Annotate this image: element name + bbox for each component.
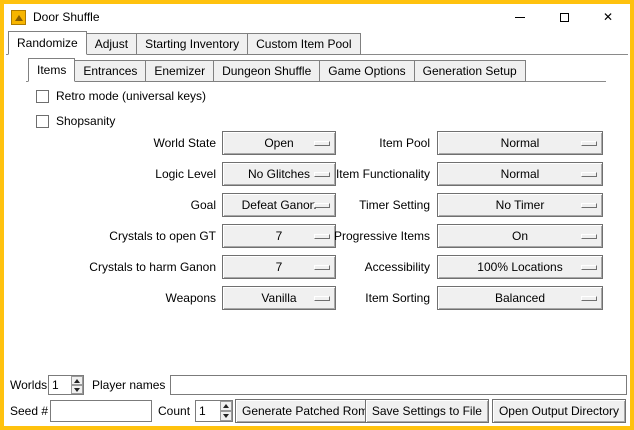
- accessibility-label: Accessibility: [274, 255, 430, 279]
- count-value: 1: [196, 401, 220, 421]
- tab-enemizer[interactable]: Enemizer: [145, 60, 214, 82]
- weapons-label: Weapons: [24, 286, 216, 310]
- bottom-right-buttons: Save Settings to File Open Output Direct…: [365, 399, 626, 423]
- client-area: Randomize Adjust Starting Inventory Cust…: [4, 30, 630, 426]
- tab-randomize[interactable]: Randomize: [8, 31, 87, 55]
- worlds-spin-arrows: [71, 376, 83, 394]
- item-pool-value: Normal: [501, 136, 540, 150]
- world-state-label: World State: [24, 131, 216, 155]
- secondary-tab-bar: Items Entrances Enemizer Dungeon Shuffle…: [28, 58, 526, 82]
- primary-tab-bar: Randomize Adjust Starting Inventory Cust…: [8, 31, 361, 55]
- player-names-input[interactable]: [170, 375, 627, 395]
- worlds-spin-up-button[interactable]: [71, 376, 83, 385]
- close-button[interactable]: ✕: [586, 4, 630, 30]
- worlds-value: 1: [49, 376, 71, 394]
- accessibility-dropdown[interactable]: 100% Locations: [437, 255, 603, 279]
- spin-up-icon: [223, 404, 229, 408]
- item-functionality-label: Item Functionality: [274, 162, 430, 186]
- dropdown-indicator-icon: [581, 265, 597, 270]
- dropdown-indicator-icon: [581, 296, 597, 301]
- tab-items[interactable]: Items: [28, 58, 75, 82]
- shopsanity-label: Shopsanity: [56, 114, 115, 128]
- item-sorting-dropdown[interactable]: Balanced: [437, 286, 603, 310]
- window: Door Shuffle ✕ Randomize Adjust Starting…: [0, 0, 634, 430]
- count-spin-arrows: [220, 401, 232, 421]
- titlebar: Door Shuffle ✕: [4, 4, 630, 30]
- count-spin-up-button[interactable]: [220, 401, 232, 411]
- logic-level-label: Logic Level: [24, 162, 216, 186]
- seed-label: Seed #: [10, 400, 48, 422]
- item-pool-label: Item Pool: [274, 131, 430, 155]
- item-functionality-dropdown[interactable]: Normal: [437, 162, 603, 186]
- open-output-directory-button[interactable]: Open Output Directory: [492, 399, 626, 423]
- minimize-icon: [515, 17, 525, 18]
- retro-mode-checkbox[interactable]: [36, 90, 49, 103]
- shopsanity-checkbox-row[interactable]: Shopsanity: [36, 113, 115, 129]
- spin-down-icon: [223, 414, 229, 418]
- worlds-spin-down-button[interactable]: [71, 385, 83, 394]
- count-spin-down-button[interactable]: [220, 411, 232, 421]
- tab-dungeon-shuffle[interactable]: Dungeon Shuffle: [213, 60, 320, 82]
- retro-mode-checkbox-row[interactable]: Retro mode (universal keys): [36, 88, 206, 104]
- generate-patched-rom-button[interactable]: Generate Patched Rom: [235, 399, 375, 423]
- progressive-items-value: On: [512, 229, 528, 243]
- window-controls: ✕: [498, 4, 630, 30]
- goal-label: Goal: [24, 193, 216, 217]
- accessibility-value: 100% Locations: [477, 260, 562, 274]
- maximize-icon: [560, 13, 569, 22]
- player-names-label: Player names: [92, 375, 165, 395]
- item-functionality-value: Normal: [501, 167, 540, 181]
- save-settings-button[interactable]: Save Settings to File: [365, 399, 489, 423]
- tab-generation-setup[interactable]: Generation Setup: [414, 60, 526, 82]
- item-pool-dropdown[interactable]: Normal: [437, 131, 603, 155]
- tab-game-options[interactable]: Game Options: [319, 60, 414, 82]
- tab-custom-item-pool[interactable]: Custom Item Pool: [247, 33, 360, 55]
- crystals-open-gt-label: Crystals to open GT: [24, 224, 216, 248]
- seed-input[interactable]: [50, 400, 152, 422]
- close-icon: ✕: [603, 11, 613, 23]
- item-sorting-label: Item Sorting: [274, 286, 430, 310]
- tab-entrances[interactable]: Entrances: [74, 60, 146, 82]
- progressive-items-label: Progressive Items: [274, 224, 430, 248]
- minimize-button[interactable]: [498, 4, 542, 30]
- timer-setting-dropdown[interactable]: No Timer: [437, 193, 603, 217]
- shopsanity-checkbox[interactable]: [36, 115, 49, 128]
- item-sorting-value: Balanced: [495, 291, 545, 305]
- worlds-label: Worlds: [10, 375, 47, 395]
- app-icon: [11, 10, 26, 25]
- crystals-harm-ganon-label: Crystals to harm Ganon: [24, 255, 216, 279]
- window-title: Door Shuffle: [33, 10, 100, 24]
- spin-down-icon: [74, 388, 80, 392]
- dropdown-indicator-icon: [581, 141, 597, 146]
- count-spinbox[interactable]: 1: [195, 400, 233, 422]
- tab-starting-inventory[interactable]: Starting Inventory: [136, 33, 248, 55]
- dropdown-indicator-icon: [581, 203, 597, 208]
- maximize-button[interactable]: [542, 4, 586, 30]
- tab-adjust[interactable]: Adjust: [86, 33, 137, 55]
- retro-mode-label: Retro mode (universal keys): [56, 89, 206, 103]
- progressive-items-dropdown[interactable]: On: [437, 224, 603, 248]
- timer-setting-value: No Timer: [496, 198, 545, 212]
- dropdown-indicator-icon: [581, 234, 597, 239]
- dropdown-indicator-icon: [581, 172, 597, 177]
- timer-setting-label: Timer Setting: [274, 193, 430, 217]
- count-label: Count: [158, 400, 190, 422]
- worlds-spinbox[interactable]: 1: [48, 375, 84, 395]
- spin-up-icon: [74, 379, 80, 383]
